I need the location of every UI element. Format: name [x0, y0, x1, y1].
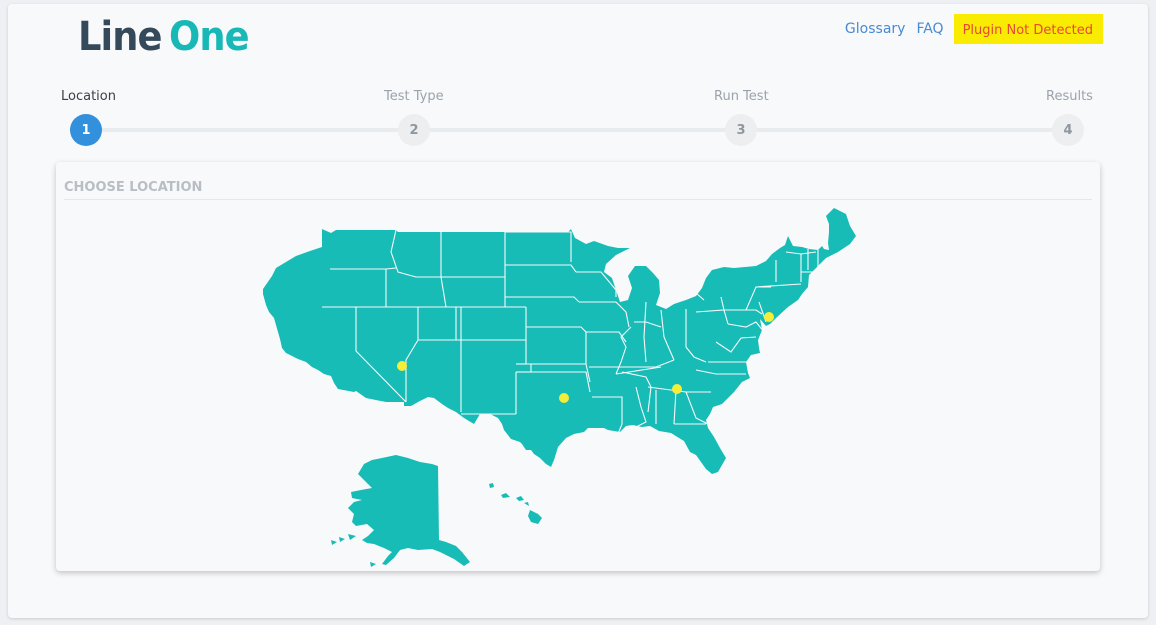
- top-nav: Glossary FAQ Plugin Not Detected: [834, 14, 1103, 44]
- plugin-status-badge[interactable]: Plugin Not Detected: [953, 14, 1103, 44]
- stepper-track: [87, 128, 1067, 132]
- location-marker-dallas[interactable]: [559, 393, 569, 403]
- step-label: Location: [61, 89, 116, 104]
- hawaii-shape[interactable]: [489, 483, 542, 524]
- contiguous-us-shape[interactable]: [263, 208, 856, 474]
- location-marker-las-vegas[interactable]: [397, 361, 407, 371]
- lineone-logo[interactable]: Line One: [78, 17, 255, 57]
- step-label: Results: [1046, 89, 1093, 104]
- step-number: 3: [725, 114, 757, 146]
- alaska-shape[interactable]: [348, 455, 470, 566]
- us-map-shapes: [263, 208, 856, 567]
- choose-location-card: CHOOSE LOCATION: [56, 162, 1100, 571]
- glossary-link[interactable]: Glossary: [845, 21, 906, 37]
- step-label: Run Test: [714, 89, 769, 104]
- step-number: 4: [1052, 114, 1084, 146]
- step-number: 2: [398, 114, 430, 146]
- logo-text-line: Line: [78, 14, 162, 60]
- progress-stepper: Location 1 Test Type 2 Run Test 3 Result…: [8, 88, 1148, 148]
- app-window: Line One Glossary FAQ Plugin Not Detected…: [8, 4, 1148, 618]
- step-label: Test Type: [384, 89, 444, 104]
- step-number: 1: [70, 114, 102, 146]
- logo-text-one: One: [168, 14, 250, 60]
- us-map[interactable]: [56, 162, 1100, 571]
- location-marker-new-york[interactable]: [764, 312, 774, 322]
- location-marker-atlanta[interactable]: [672, 384, 682, 394]
- faq-link[interactable]: FAQ: [916, 21, 943, 37]
